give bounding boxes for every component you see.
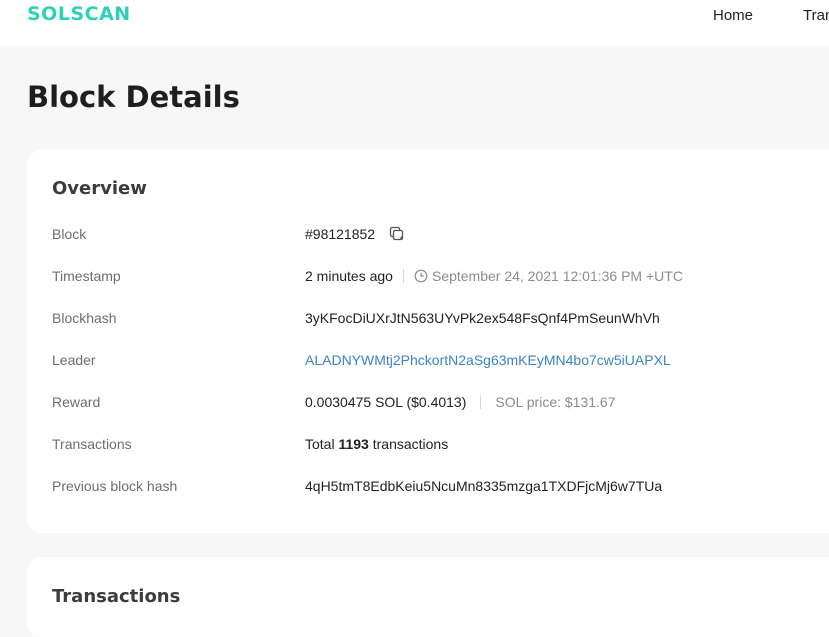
- sol-price: SOL price: $131.67: [495, 394, 616, 410]
- reward-row: Reward 0.0030475 SOL ($0.4013) SOL price…: [52, 394, 829, 414]
- timestamp-absolute: September 24, 2021 12:01:36 PM +UTC: [431, 268, 683, 284]
- timestamp-label: Timestamp: [52, 268, 121, 284]
- divider: [402, 269, 404, 283]
- timestamp-relative: 2 minutes ago: [305, 268, 393, 284]
- leader-label: Leader: [52, 352, 96, 368]
- blockhash-label: Blockhash: [52, 310, 117, 326]
- reward-value-container: 0.0030475 SOL ($0.4013) SOL price: $131.…: [305, 394, 616, 410]
- divider: [480, 395, 482, 409]
- copy-icon[interactable]: [389, 226, 405, 242]
- block-number: #98121852: [305, 226, 376, 242]
- transactions-card: Transactions: [27, 557, 829, 637]
- transactions-prefix: Total: [305, 436, 335, 452]
- previous-blockhash-label: Previous block hash: [52, 478, 178, 494]
- timestamp-row: Timestamp 2 minutes ago September 24, 20…: [52, 268, 829, 288]
- nav-home-link[interactable]: Home: [713, 7, 753, 24]
- top-navbar: SOLSCAN Home Tran: [0, 0, 829, 46]
- leader-link[interactable]: ALADNYWMtj2PhckortN2aSg63mKEyMN4bo7cw5iU…: [305, 352, 671, 368]
- block-label: Block: [52, 226, 87, 242]
- reward-value: 0.0030475 SOL ($0.4013): [305, 394, 467, 410]
- transactions-row: Transactions Total 1193 transactions: [52, 436, 829, 456]
- blockhash-value: 3yKFocDiUXrJtN563UYvPk2ex548FsQnf4PmSeun…: [305, 310, 660, 326]
- block-row: Block #98121852: [52, 226, 829, 246]
- overview-title: Overview: [52, 178, 147, 199]
- page-title: Block Details: [27, 80, 240, 114]
- transactions-label: Transactions: [52, 436, 132, 452]
- nav-transactions-link[interactable]: Tran: [803, 7, 829, 24]
- block-value-container: #98121852: [305, 226, 405, 242]
- transactions-value-container: Total 1193 transactions: [305, 436, 448, 452]
- transactions-suffix: transactions: [372, 436, 449, 452]
- timestamp-value-container: 2 minutes ago September 24, 2021 12:01:3…: [305, 268, 683, 284]
- solscan-logo[interactable]: SOLSCAN: [27, 3, 131, 25]
- blockhash-row: Blockhash 3yKFocDiUXrJtN563UYvPk2ex548Fs…: [52, 310, 829, 330]
- leader-row: Leader ALADNYWMtj2PhckortN2aSg63mKEyMN4b…: [52, 352, 829, 372]
- previous-blockhash-row: Previous block hash 4qH5tmT8EdbKeiu5NcuM…: [52, 478, 829, 498]
- previous-blockhash-value: 4qH5tmT8EdbKeiu5NcuMn8335mzga1TXDFjcMj6w…: [305, 478, 663, 494]
- clock-icon: [414, 269, 428, 283]
- overview-card: Overview Block #98121852 Timestamp 2 min…: [27, 150, 829, 533]
- reward-label: Reward: [52, 394, 101, 410]
- transactions-section-title: Transactions: [52, 586, 181, 607]
- transactions-count: 1193: [338, 436, 369, 452]
